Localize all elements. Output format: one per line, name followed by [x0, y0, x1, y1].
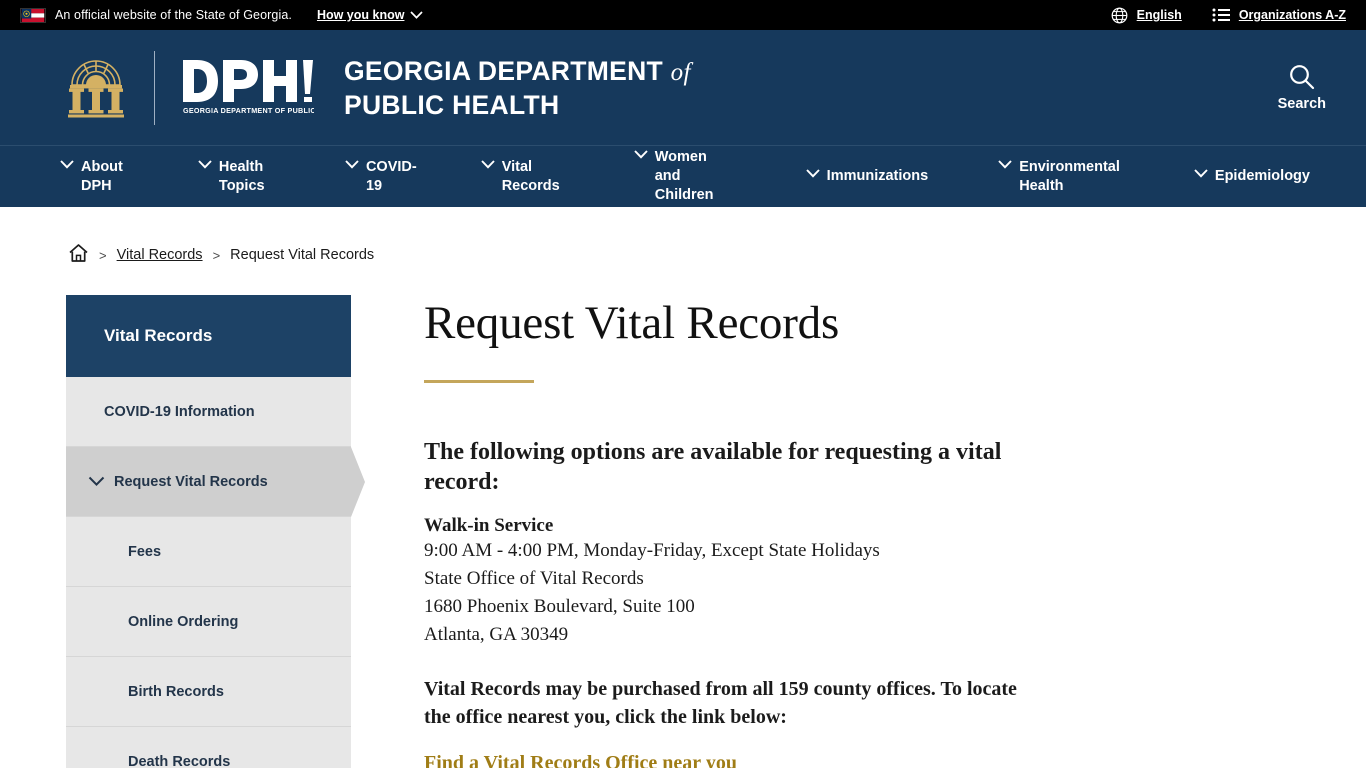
sidebar-item-request-vital-records[interactable]: Request Vital Records [66, 447, 365, 517]
main-navigation: About DPH Health Topics COVID-19 Vital R… [0, 145, 1366, 207]
sidebar-item-label: Fees [128, 543, 162, 560]
svg-text:GEORGIA DEPARTMENT OF PUBLIC H: GEORGIA DEPARTMENT OF PUBLIC HEALTH [183, 106, 314, 115]
language-label: English [1136, 8, 1182, 22]
site-logo-link[interactable]: GEORGIA DEPARTMENT OF PUBLIC HEALTH GEOR… [64, 50, 691, 125]
search-label: Search [1277, 96, 1326, 112]
chevron-down-icon [410, 11, 424, 19]
main-content: Request Vital Records The following opti… [424, 295, 1044, 768]
site-title-of: of [670, 58, 691, 86]
nav-item-immunizations[interactable]: Immunizations [805, 167, 945, 186]
nav-label: Health Topics [218, 158, 265, 194]
nav-label: Women and Children [654, 149, 714, 203]
sidebar-item-birth-records[interactable]: Birth Records [66, 657, 351, 727]
nav-item-epidemiology[interactable]: Epidemiology [1194, 167, 1326, 186]
site-title-line2: PUBLIC HEALTH [344, 89, 560, 120]
brand-divider [154, 50, 155, 125]
address-line-1: 1680 Phoenix Boulevard, Suite 100 [424, 596, 695, 617]
chevron-down-icon [634, 150, 648, 159]
site-title: GEORGIA DEPARTMENT of PUBLIC HEALTH [344, 55, 691, 121]
georgia-state-flag-icon [20, 7, 46, 23]
sidebar-item-label: Online Ordering [128, 613, 239, 630]
sidebar-item-label: Death Records [128, 753, 231, 768]
walkin-service-heading: Walk-in Service [424, 515, 554, 536]
site-title-line1: GEORGIA DEPARTMENT [344, 55, 663, 86]
search-icon [1290, 65, 1315, 90]
title-underline-rule [424, 380, 534, 383]
breadcrumb-separator: > [212, 247, 221, 263]
breadcrumb-parent-link[interactable]: Vital Records [117, 247, 203, 263]
list-icon [1212, 8, 1230, 22]
home-icon [69, 244, 88, 262]
georgia-state-seal-icon [68, 59, 124, 117]
search-button[interactable]: Search [1278, 63, 1326, 112]
page-title: Request Vital Records [424, 297, 840, 349]
chevron-down-icon [481, 159, 495, 169]
language-selector[interactable]: English [1111, 7, 1182, 24]
sidebar-item-label: COVID-19 Information [104, 403, 255, 420]
find-vital-records-office-link[interactable]: Find a Vital Records Office near you [424, 752, 1044, 768]
breadcrumb: > Vital Records > Request Vital Records [0, 207, 1366, 267]
banner-right-group: English Organizations A-Z [1111, 7, 1346, 24]
breadcrumb-separator: > [99, 247, 107, 263]
sidebar-item-death-records[interactable]: Death Records [66, 727, 351, 768]
banner-left-group: An official website of the State of Geor… [20, 7, 424, 23]
address-line-2: Atlanta, GA 30349 [424, 624, 569, 645]
nav-label: Epidemiology [1214, 168, 1310, 184]
globe-icon [1111, 7, 1128, 23]
chevron-down-icon [88, 476, 105, 487]
nav-item-about-dph[interactable]: About DPH [60, 158, 146, 196]
nav-item-health-topics[interactable]: Health Topics [198, 158, 295, 196]
organizations-a-z-link[interactable]: Organizations A-Z [1212, 8, 1346, 22]
sidebar-item-label: Birth Records [128, 683, 224, 700]
active-item-pointer [351, 447, 365, 517]
how-you-know-toggle[interactable]: How you know [317, 8, 424, 22]
chevron-down-icon [198, 159, 212, 169]
chevron-down-icon [345, 159, 359, 169]
nav-item-vital-records[interactable]: Vital Records [481, 158, 578, 196]
sidebar-item-covid-19-information[interactable]: COVID-19 Information [66, 377, 351, 447]
official-site-notice: An official website of the State of Geor… [55, 8, 292, 22]
nav-label: Immunizations [826, 168, 929, 184]
sidebar-item-online-ordering[interactable]: Online Ordering [66, 587, 351, 657]
chevron-down-icon [1194, 169, 1208, 178]
organizations-label: Organizations A-Z [1238, 8, 1346, 22]
office-name: State Office of Vital Records [424, 568, 644, 589]
nav-label: About DPH [81, 158, 123, 194]
county-offices-note: Vital Records may be purchased from all … [424, 678, 1017, 728]
sidebar-item-label: Request Vital Records [114, 473, 268, 490]
section-sidebar: Vital Records COVID-19 Information Reque… [66, 295, 365, 768]
intro-heading: The following options are available for … [424, 439, 1002, 495]
nav-label: COVID-19 [365, 158, 417, 194]
nav-label: Environmental Health [1019, 158, 1120, 194]
nav-item-environmental-health[interactable]: Environmental Health [998, 158, 1136, 196]
nav-label: Vital Records [501, 158, 560, 194]
breadcrumb-current: Request Vital Records [230, 247, 375, 263]
nav-item-women-and-children[interactable]: Women and Children [634, 148, 744, 205]
site-header: GEORGIA DEPARTMENT OF PUBLIC HEALTH GEOR… [0, 30, 1366, 145]
chevron-down-icon [805, 169, 820, 178]
chevron-down-icon [998, 159, 1012, 169]
sidebar-heading: Vital Records [66, 295, 351, 377]
nav-item-covid-19[interactable]: COVID-19 [345, 158, 433, 196]
official-state-banner: An official website of the State of Geor… [0, 0, 1366, 30]
walkin-hours: 9:00 AM - 4:00 PM, Monday-Friday, Except… [424, 540, 880, 561]
how-you-know-label: How you know [316, 8, 405, 22]
chevron-down-icon [60, 159, 74, 169]
dph-wordmark-icon: GEORGIA DEPARTMENT OF PUBLIC HEALTH [183, 59, 314, 115]
breadcrumb-home-link[interactable] [68, 243, 89, 267]
sidebar-item-fees[interactable]: Fees [66, 517, 351, 587]
page-body: Vital Records COVID-19 Information Reque… [0, 267, 1366, 768]
